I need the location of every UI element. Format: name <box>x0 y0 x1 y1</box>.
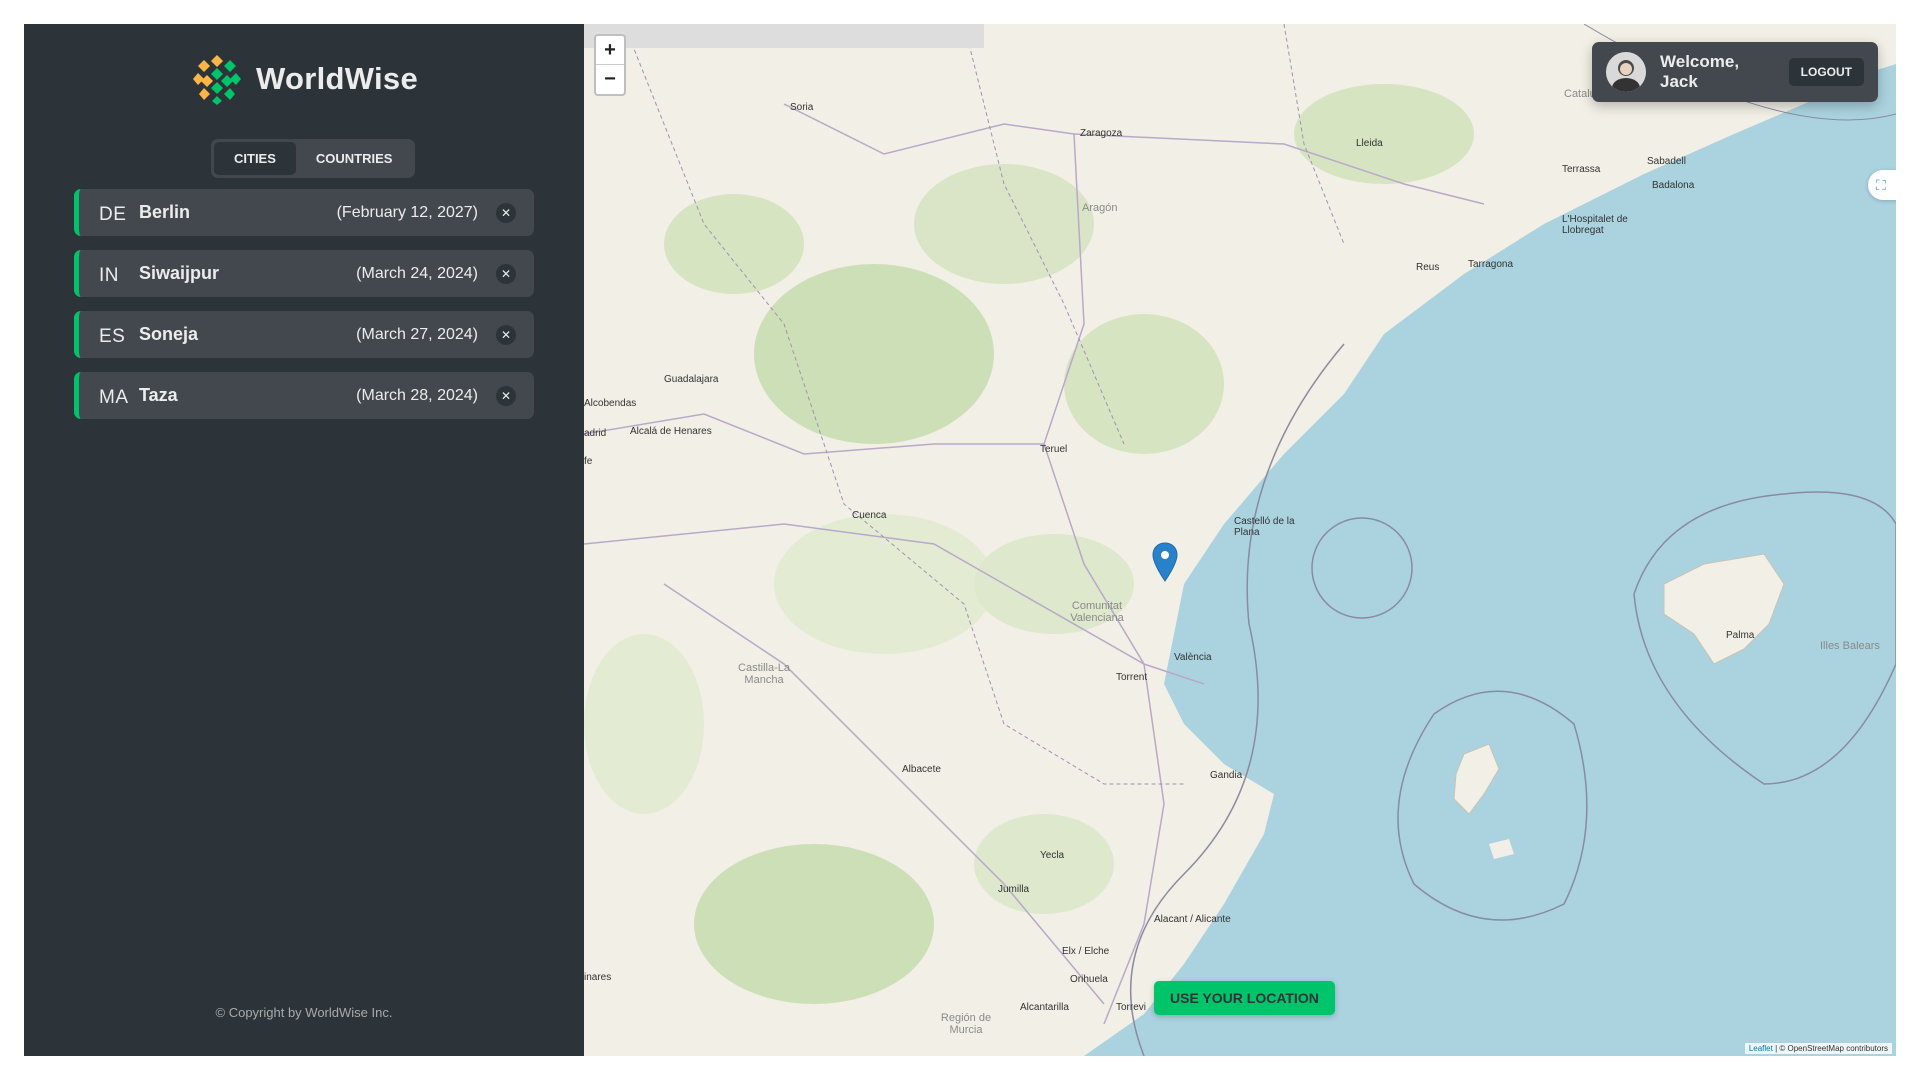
map-label: Castelló de la Plana <box>1234 516 1295 538</box>
avatar <box>1606 52 1646 92</box>
map-label: Orihuela <box>1070 974 1108 985</box>
map-label: inares <box>584 972 612 983</box>
map-label: Alcalá de Henares <box>630 426 712 437</box>
leaflet-link[interactable]: Leaflet <box>1749 1044 1773 1053</box>
globe-logo-icon <box>190 53 243 105</box>
map-label: Soria <box>790 102 814 113</box>
delete-city-button[interactable]: ✕ <box>496 263 516 284</box>
zoom-out-button[interactable]: − <box>596 65 624 94</box>
city-item-soneja[interactable]: ES Soneja (March 27, 2024) ✕ <box>74 311 534 358</box>
map-label: Yecla <box>1040 850 1065 861</box>
city-date: (February 12, 2027) <box>336 203 478 221</box>
map-label: Lleida <box>1356 138 1383 149</box>
city-item-berlin[interactable]: DE Berlin (February 12, 2027) ✕ <box>74 189 534 236</box>
map-container[interactable]: Soria Zaragoza Lleida Catalunya Sabadell… <box>584 24 1896 1056</box>
map-label: adrid <box>584 428 607 439</box>
map-label: Badalona <box>1652 180 1695 191</box>
use-location-button[interactable]: USE YOUR LOCATION <box>1154 981 1335 1015</box>
tab-countries[interactable]: Countries <box>296 142 413 175</box>
map-label: L'Hospitalet de Llobregat <box>1562 214 1628 236</box>
view-tabs: Cities Countries <box>211 139 416 178</box>
map-label: Albacete <box>902 764 941 775</box>
city-list: DE Berlin (February 12, 2027) ✕ IN Siwai… <box>74 189 534 433</box>
sidebar: WorldWise Cities Countries DE Berlin (Fe… <box>24 24 584 1056</box>
zoom-in-button[interactable]: + <box>596 36 624 65</box>
delete-city-button[interactable]: ✕ <box>496 385 516 406</box>
city-date: (March 28, 2024) <box>356 386 478 404</box>
user-avatar-icon <box>1606 52 1646 92</box>
map-label: Castilla-La Mancha <box>738 662 790 686</box>
map-label: Jumilla <box>998 884 1030 895</box>
delete-city-button[interactable]: ✕ <box>496 324 516 345</box>
map-label: Alcobendas <box>584 398 637 409</box>
map-label: Torrevi <box>1116 1002 1147 1013</box>
city-name: Soneja <box>139 324 199 344</box>
country-code: IN <box>99 264 119 286</box>
map-label: València <box>1174 652 1212 663</box>
map-label: Tarragona <box>1468 259 1514 270</box>
map-label: Sabadell <box>1647 156 1686 167</box>
country-code: ES <box>99 325 126 347</box>
map-label: Gandia <box>1210 770 1243 781</box>
map-label: Alacant / Alicante <box>1154 914 1231 925</box>
map-label: Región de Murcia <box>940 1012 992 1036</box>
map-label: Comunitat Valenciana <box>1070 600 1124 624</box>
map-label: Aragón <box>1082 202 1118 214</box>
country-code: MA <box>99 386 129 408</box>
user-panel: Welcome, Jack Logout <box>1592 42 1878 102</box>
map-label: Palma <box>1726 630 1755 641</box>
map-pin-icon[interactable] <box>1152 542 1178 582</box>
country-code: DE <box>99 203 127 225</box>
map-label: Zaragoza <box>1080 128 1123 139</box>
city-name: Siwaijpur <box>139 263 220 283</box>
app-layout: WorldWise Cities Countries DE Berlin (Fe… <box>24 24 1896 1056</box>
map-label: fe <box>584 456 593 467</box>
city-name: Taza <box>139 385 178 405</box>
zoom-control: + − <box>594 34 626 96</box>
logout-button[interactable]: Logout <box>1788 58 1864 86</box>
logo[interactable]: WorldWise <box>24 52 584 106</box>
map-label: Cuenca <box>852 510 887 521</box>
city-item-siwaijpur[interactable]: IN Siwaijpur (March 24, 2024) ✕ <box>74 250 534 297</box>
copyright-footer: © Copyright by WorldWise Inc. <box>215 1005 393 1020</box>
attribution-text: | © OpenStreetMap contributors <box>1775 1044 1888 1053</box>
map-attribution: Leaflet | © OpenStreetMap contributors <box>1744 1043 1892 1054</box>
map-label: Reus <box>1416 262 1440 273</box>
map-label: Illes Balears <box>1820 640 1880 652</box>
city-name: Berlin <box>139 202 191 222</box>
map-label: Alcantarilla <box>1020 1002 1069 1013</box>
app-name: WorldWise <box>255 61 419 96</box>
city-item-taza[interactable]: MA Taza (March 28, 2024) ✕ <box>74 372 534 419</box>
welcome-text: Welcome, Jack <box>1660 52 1740 91</box>
city-date: (March 27, 2024) <box>356 325 478 343</box>
map-tiles[interactable] <box>584 24 1896 1056</box>
map-label: Terrassa <box>1562 164 1601 175</box>
map-label: Elx / Elche <box>1062 946 1110 957</box>
map-label: Guadalajara <box>664 374 719 385</box>
map-label: Torrent <box>1116 672 1148 683</box>
delete-city-button[interactable]: ✕ <box>496 202 516 223</box>
sidebar-toggle-icon[interactable]: ⛶ <box>1868 170 1896 200</box>
tab-cities[interactable]: Cities <box>214 142 296 175</box>
city-date: (March 24, 2024) <box>356 264 478 282</box>
map-label: Teruel <box>1040 444 1068 455</box>
